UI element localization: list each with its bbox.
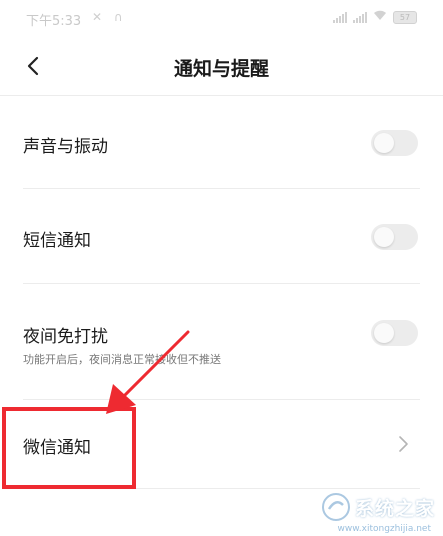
- watermark-url: www.xitongzhijia.net: [337, 524, 431, 534]
- setting-label: 夜间免打扰: [23, 327, 108, 347]
- toggle-knob: [374, 323, 394, 343]
- battery-icon: 57: [393, 10, 417, 24]
- signal-icon: [333, 11, 347, 23]
- signal-icon-2: [353, 11, 367, 23]
- page-title: 通知与提醒: [173, 58, 269, 80]
- setting-row-do-not-disturb[interactable]: 夜间免打扰 功能开启后，夜间消息正常接收但不推送: [0, 284, 443, 398]
- setting-row-sound-vibration[interactable]: 声音与振动: [0, 96, 443, 188]
- sound-vibration-toggle[interactable]: [371, 130, 418, 156]
- wifi-icon: [373, 10, 387, 24]
- chevron-right-icon: [399, 436, 408, 452]
- status-time: 下午5:33: [26, 14, 82, 29]
- watermark: 系统之家: [321, 492, 435, 522]
- sms-notification-toggle[interactable]: [371, 224, 418, 250]
- setting-label: 短信通知: [23, 231, 91, 251]
- setting-label: 声音与振动: [23, 137, 108, 157]
- setting-subtitle: 功能开启后，夜间消息正常接收但不推送: [23, 353, 221, 366]
- highlight-box: [2, 407, 136, 489]
- header: 通知与提醒: [0, 34, 443, 96]
- toggle-knob: [374, 227, 394, 247]
- status-notification-icons: ✕ ∩: [92, 10, 127, 24]
- setting-row-sms-notification[interactable]: 短信通知: [0, 189, 443, 282]
- watermark-text: 系统之家: [354, 497, 435, 520]
- toggle-knob: [374, 133, 394, 153]
- watermark-logo-icon: [321, 493, 350, 521]
- status-right-group: 57: [333, 10, 417, 24]
- status-bar: 下午5:33 ✕ ∩ 57: [0, 0, 443, 34]
- do-not-disturb-toggle[interactable]: [371, 320, 418, 346]
